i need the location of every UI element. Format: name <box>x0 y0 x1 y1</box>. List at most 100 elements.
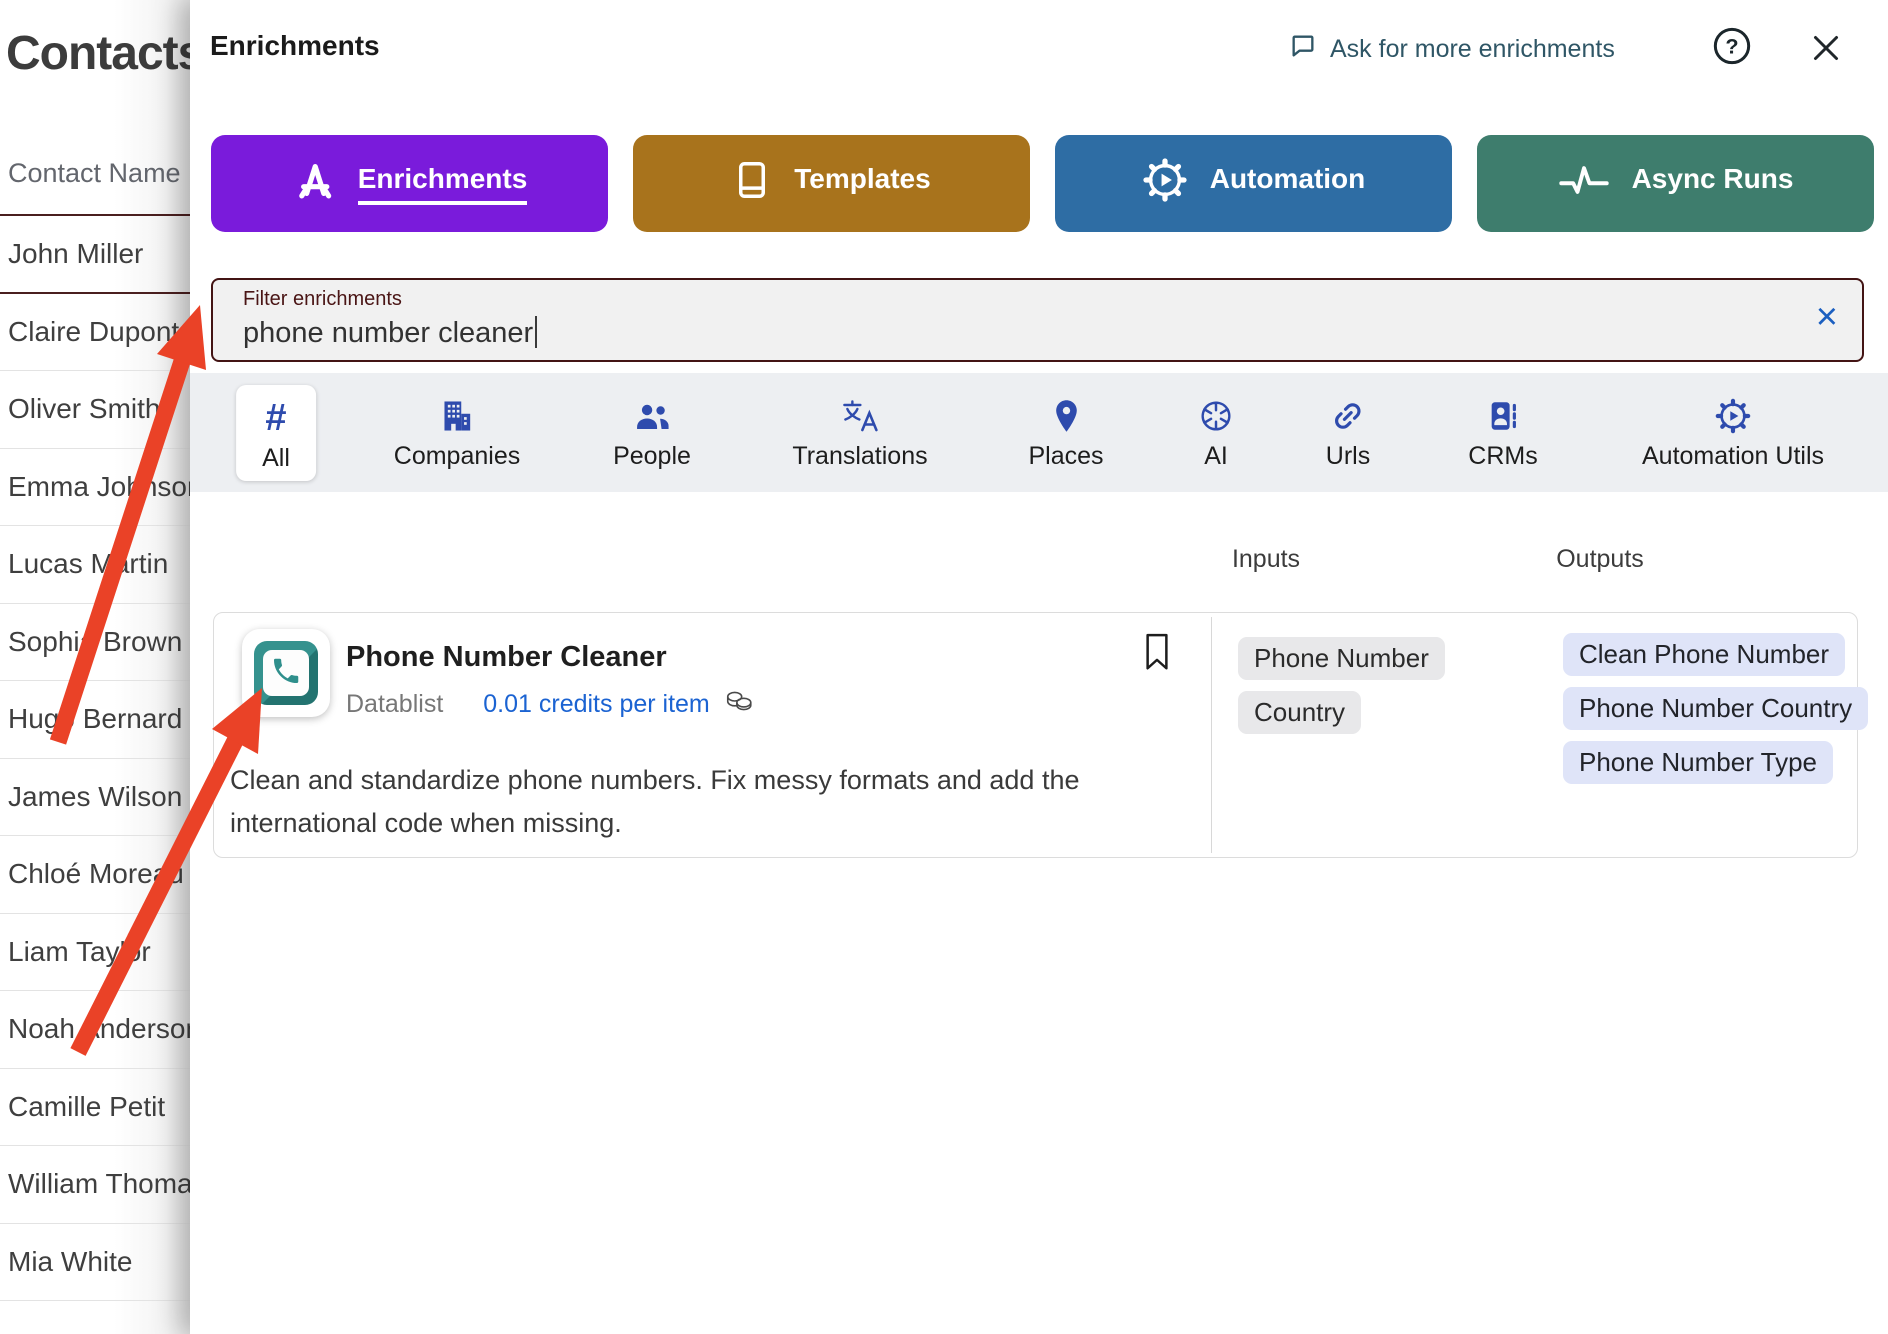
nav-label: Async Runs <box>1631 162 1794 194</box>
category-tab-urls[interactable]: Urls <box>1300 373 1396 492</box>
contact-row[interactable]: Noah Anderson <box>0 991 190 1069</box>
enrichments-modal: Enrichments Ask for more enrichments ? E… <box>190 0 1888 1334</box>
contact-row[interactable]: Oliver Smith <box>0 371 190 449</box>
chat-bubble-icon <box>1288 32 1318 67</box>
category-tab-crms[interactable]: CRMs <box>1442 373 1563 492</box>
ask-for-more-enrichments-link[interactable]: Ask for more enrichments <box>1288 32 1615 67</box>
contact-card-icon <box>1484 395 1522 437</box>
contacts-table: Contacts Contact Name John Miller Claire… <box>0 0 190 1334</box>
enrichment-meta: Datablist 0.01 credits per item <box>346 689 754 720</box>
clear-filter-icon[interactable]: × <box>1816 294 1838 340</box>
contact-row[interactable]: Emma Johnson <box>0 449 190 526</box>
phone-icon <box>270 655 302 692</box>
category-tab-places[interactable]: Places <box>1002 373 1129 492</box>
bookmark-icon[interactable] <box>1142 631 1172 678</box>
column-header-contact-name: Contact Name <box>8 158 181 188</box>
category-label: Companies <box>393 442 521 470</box>
tab-automation[interactable]: Automation <box>1055 135 1452 232</box>
enrichment-title: Phone Number Cleaner <box>346 641 667 673</box>
category-label: Urls <box>1325 442 1371 470</box>
close-icon[interactable] <box>1808 30 1844 71</box>
contact-row[interactable]: Mia White <box>0 1224 190 1301</box>
category-label: People <box>613 442 691 470</box>
category-label: Places <box>1028 442 1104 470</box>
contact-name: Noah Anderson <box>8 1013 190 1045</box>
contact-row[interactable]: James Wilson <box>0 759 190 836</box>
enrichment-nav-buttons: Enrichments Templates Automation Async R… <box>211 135 1874 232</box>
category-label: CRMs <box>1468 442 1538 470</box>
category-tab-people[interactable]: People <box>587 373 717 492</box>
contact-name: Lucas Martin <box>8 548 169 580</box>
contact-row[interactable]: Hugo Bernard <box>0 681 190 759</box>
contact-name: Claire Dupont <box>8 315 180 347</box>
contact-name: John Miller <box>8 237 144 269</box>
input-chip: Country <box>1238 691 1362 734</box>
category-tab-all[interactable]: # All <box>236 385 316 481</box>
gear-play-icon <box>1714 395 1752 437</box>
enrichment-description: Clean and standardize phone numbers. Fix… <box>230 765 1080 838</box>
output-chip: Phone Number Country <box>1563 687 1869 730</box>
category-tab-translations[interactable]: Translations <box>766 373 953 492</box>
contact-name: William Thomas <box>8 1168 190 1200</box>
category-tab-ai[interactable]: AI <box>1171 373 1261 492</box>
filter-value: phone number cleaner <box>243 316 538 350</box>
help-icon[interactable]: ? <box>1712 26 1752 71</box>
ai-openai-icon <box>1197 395 1235 437</box>
contact-name: Chloé Moreau <box>8 858 184 890</box>
tab-enrichments[interactable]: Enrichments <box>211 135 608 232</box>
ask-for-more-label: Ask for more enrichments <box>1330 35 1615 63</box>
building-icon <box>438 395 476 437</box>
outputs-chip-list: Clean Phone Number Phone Number Country … <box>1563 633 1869 784</box>
contact-row[interactable]: John Miller <box>0 216 190 294</box>
text-caret <box>535 316 538 348</box>
filter-label: Filter enrichments <box>243 288 402 310</box>
contact-name: James Wilson <box>8 780 183 812</box>
category-label: Translations <box>792 442 928 470</box>
tab-templates[interactable]: Templates <box>633 135 1030 232</box>
contact-row[interactable]: Lucas Martin <box>0 526 190 604</box>
hash-icon: # <box>265 397 287 439</box>
page-title: Contacts <box>6 27 190 80</box>
outputs-column-header: Outputs <box>1556 545 1644 573</box>
credits-link[interactable]: 0.01 credits per item <box>483 690 710 719</box>
category-tabs: # All Companies People Translations Plac… <box>190 373 1888 492</box>
contact-row[interactable]: William Thomas <box>0 1146 190 1224</box>
contact-row[interactable]: Sophia Brown <box>0 604 190 681</box>
output-chip: Phone Number Type <box>1563 741 1833 784</box>
inputs-chip-list: Phone Number Country <box>1238 637 1445 734</box>
contact-row[interactable]: Claire Dupont <box>0 294 190 371</box>
contact-name: Liam Taylor <box>8 935 151 967</box>
book-icon <box>732 158 772 209</box>
modal-title: Enrichments <box>210 30 380 61</box>
category-tab-automation-utils[interactable]: Automation Utils <box>1616 373 1850 492</box>
nav-label: Templates <box>794 162 931 194</box>
contact-row[interactable]: Camille Petit <box>0 1069 190 1146</box>
card-divider <box>1211 617 1212 853</box>
enrichment-card-phone-number-cleaner[interactable]: Phone Number Cleaner Datablist 0.01 cred… <box>213 612 1869 858</box>
category-label: All <box>262 444 290 472</box>
tab-async-runs[interactable]: Async Runs <box>1477 135 1874 232</box>
contact-name: Camille Petit <box>8 1090 166 1122</box>
link-icon <box>1329 395 1367 437</box>
contact-name: Emma Johnson <box>8 470 190 502</box>
contact-name: Mia White <box>8 1245 133 1277</box>
vendor-label: Datablist <box>346 690 444 718</box>
filter-enrichments-input[interactable]: Filter enrichments phone number cleaner … <box>211 278 1864 362</box>
category-label: AI <box>1204 442 1228 470</box>
contact-row[interactable]: Chloé Moreau <box>0 836 190 914</box>
contact-list: John Miller Claire Dupont Oliver Smith E… <box>0 216 190 1301</box>
enrichment-app-icon <box>242 629 330 717</box>
category-label: Automation Utils <box>1641 442 1825 470</box>
appstore-a-icon <box>292 158 336 209</box>
contact-row[interactable]: Liam Taylor <box>0 914 190 991</box>
inputs-column-header: Inputs <box>1231 545 1301 573</box>
translate-icon <box>840 395 880 437</box>
category-tab-companies[interactable]: Companies <box>368 373 546 492</box>
output-chip: Clean Phone Number <box>1563 633 1846 676</box>
people-icon <box>632 395 672 437</box>
nav-label: Automation <box>1209 162 1366 194</box>
contact-name: Sophia Brown <box>8 625 183 657</box>
nav-label: Enrichments <box>357 163 528 205</box>
gear-play-icon <box>1142 157 1188 210</box>
map-pin-icon <box>1053 395 1079 437</box>
